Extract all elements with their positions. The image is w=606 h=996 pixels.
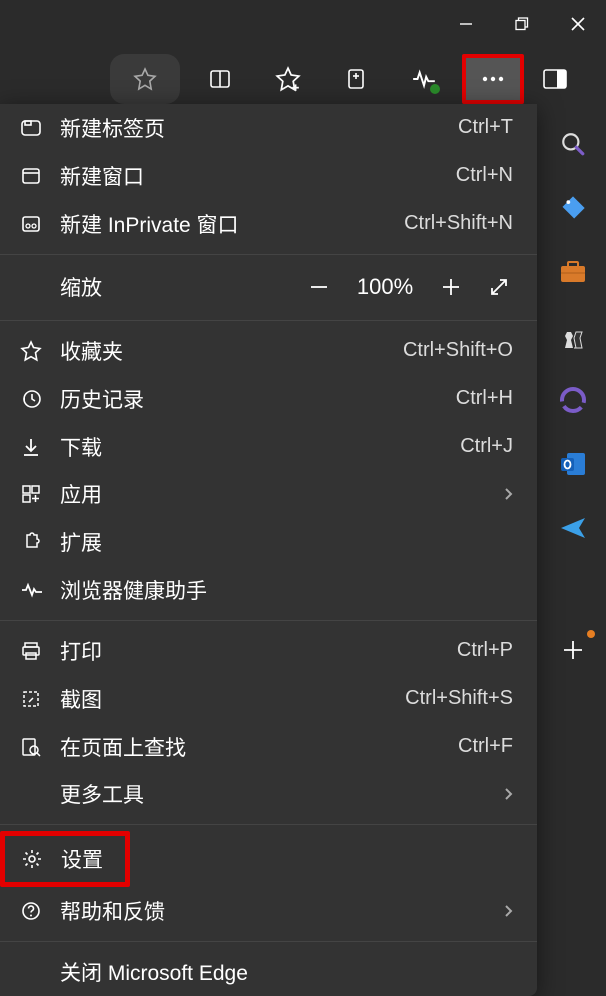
tag-icon[interactable] [555,190,591,226]
menu-label: 下载 [60,432,460,462]
menu-shortcut: Ctrl+T [458,116,513,139]
menu-shortcut: Ctrl+Shift+N [404,212,513,235]
fullscreen-button[interactable] [475,263,523,311]
menu-browser-health[interactable]: 浏览器健康助手 [0,566,537,614]
screenshot-icon [20,688,60,710]
menu-label: 历史记录 [60,384,456,414]
star-icon [20,340,60,362]
menu-help[interactable]: 帮助和反馈 [0,887,537,935]
menu-settings[interactable]: 设置 [0,831,130,887]
minimize-button[interactable] [438,0,494,48]
inprivate-icon [20,213,60,235]
menu-label: 关闭 Microsoft Edge [60,957,513,987]
menu-label: 新建窗口 [60,161,456,191]
download-icon [20,436,60,458]
print-icon [20,640,60,662]
menu-extensions[interactable]: 扩展 [0,518,537,566]
menu-shortcut: Ctrl+J [460,435,513,458]
close-button[interactable] [550,0,606,48]
send-icon[interactable] [555,510,591,546]
menu-shortcut: Ctrl+H [456,387,513,410]
menu-label: 新建 InPrivate 窗口 [60,209,404,239]
menu-label: 收藏夹 [60,336,403,366]
zoom-in-button[interactable] [427,263,475,311]
chevron-right-icon [503,787,513,801]
health-icon [20,579,60,601]
chevron-right-icon [503,904,513,918]
menu-history[interactable]: 历史记录 Ctrl+H [0,375,537,423]
favorite-button[interactable] [110,54,180,104]
search-icon[interactable] [555,126,591,162]
menu-apps[interactable]: 应用 [0,471,537,519]
menu-label: 帮助和反馈 [60,896,503,926]
menu-label: 截图 [60,684,405,714]
menu-label: 设置 [61,844,103,874]
apps-icon [20,483,60,505]
settings-menu: 新建标签页 Ctrl+T 新建窗口 Ctrl+N 新建 InPrivate 窗口… [0,104,537,996]
menu-separator [0,320,537,321]
menu-shortcut: Ctrl+Shift+O [403,339,513,362]
briefcase-icon[interactable] [555,254,591,290]
add-icon[interactable] [555,632,591,668]
menu-label: 在页面上查找 [60,732,458,762]
zoom-out-button[interactable] [295,263,343,311]
menu-new-window[interactable]: 新建窗口 Ctrl+N [0,152,537,200]
menu-new-inprivate[interactable]: 新建 InPrivate 窗口 Ctrl+Shift+N [0,200,537,248]
menu-screenshot[interactable]: 截图 Ctrl+Shift+S [0,675,537,723]
window-icon [20,165,60,187]
menu-downloads[interactable]: 下载 Ctrl+J [0,423,537,471]
chess-icon[interactable] [555,318,591,354]
chevron-right-icon [503,487,513,501]
menu-label: 扩展 [60,527,513,557]
menu-separator [0,620,537,621]
sidebar [540,110,606,996]
health-button[interactable] [394,54,454,104]
zoom-percent: 100% [343,274,427,300]
tab-icon [20,117,60,139]
extension-icon [20,531,60,553]
outlook-icon[interactable] [555,446,591,482]
menu-separator [0,941,537,942]
menu-shortcut: Ctrl+N [456,164,513,187]
menu-label: 浏览器健康助手 [60,575,513,605]
menu-label: 应用 [60,479,503,509]
panel-toggle-button[interactable] [530,54,580,104]
find-icon [20,736,60,758]
menu-separator [0,824,537,825]
menu-label: 更多工具 [60,779,503,809]
menu-new-tab[interactable]: 新建标签页 Ctrl+T [0,104,537,152]
menu-shortcut: Ctrl+P [457,639,513,662]
maximize-button[interactable] [494,0,550,48]
office-icon[interactable] [555,382,591,418]
favorite-plus-button[interactable] [258,54,318,104]
toolbar [110,54,600,104]
menu-shortcut: Ctrl+Shift+S [405,687,513,710]
history-icon [20,388,60,410]
collections-button[interactable] [326,54,386,104]
zoom-label: 缩放 [60,272,102,302]
menu-more-tools[interactable]: 更多工具 [0,771,537,819]
menu-zoom: 缩放 100% [0,260,537,314]
window-controls [438,0,606,48]
menu-label: 新建标签页 [60,113,458,143]
menu-print[interactable]: 打印 Ctrl+P [0,627,537,675]
menu-favorites[interactable]: 收藏夹 Ctrl+Shift+O [0,327,537,375]
menu-shortcut: Ctrl+F [458,735,513,758]
menu-settings-row[interactable]: 设置 [0,831,537,887]
menu-close-edge[interactable]: 关闭 Microsoft Edge [0,948,537,996]
menu-find[interactable]: 在页面上查找 Ctrl+F [0,723,537,771]
menu-label: 打印 [60,636,457,666]
help-icon [20,900,60,922]
gear-icon [21,848,61,870]
split-screen-button[interactable] [190,54,250,104]
menu-separator [0,254,537,255]
more-button[interactable] [462,54,524,104]
